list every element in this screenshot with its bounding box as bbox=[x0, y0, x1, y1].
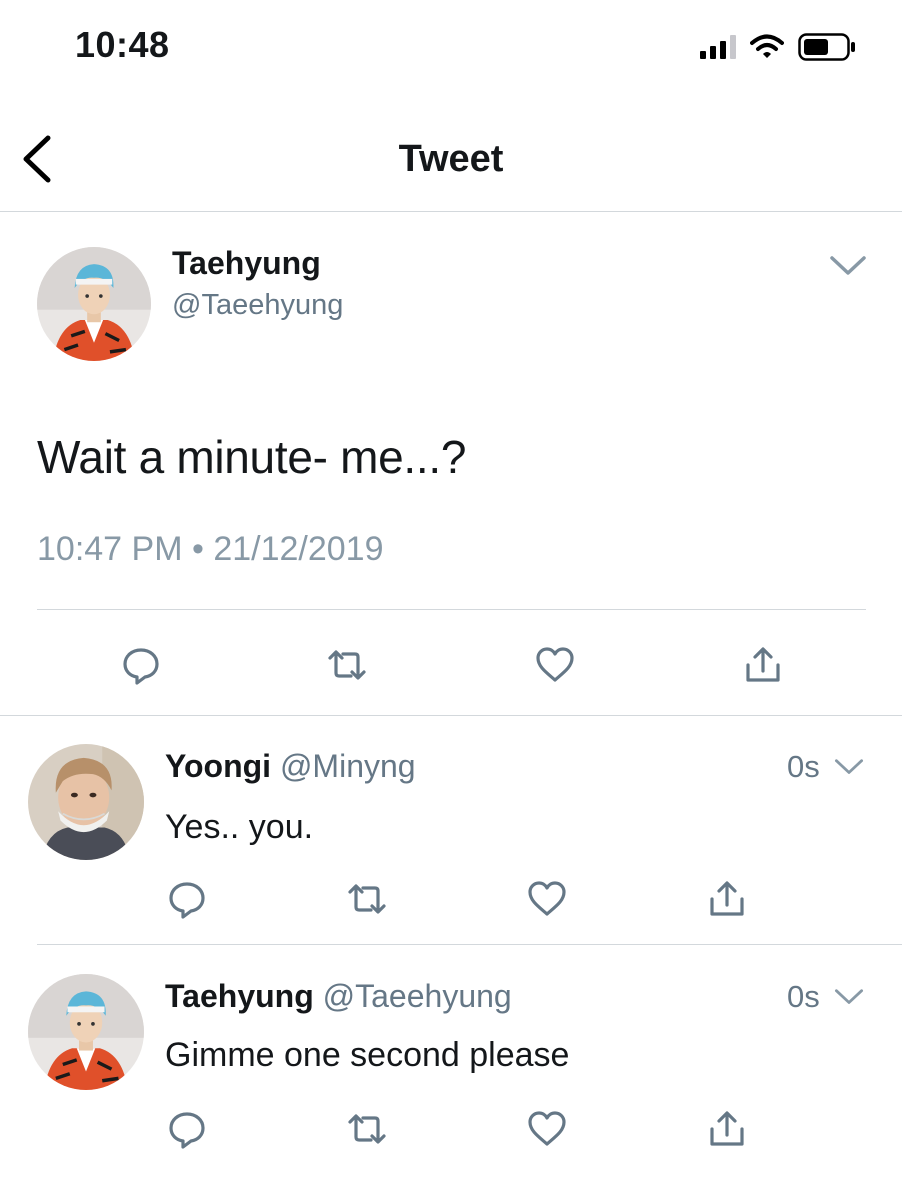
reply-icon[interactable] bbox=[118, 643, 164, 687]
reply-author[interactable]: Yoongi @Minyng bbox=[165, 748, 416, 785]
status-icons bbox=[700, 32, 856, 62]
reply-time: 0s bbox=[787, 749, 820, 784]
divider bbox=[0, 715, 902, 716]
retweet-icon[interactable] bbox=[344, 877, 390, 921]
reply-author-name: Yoongi bbox=[165, 748, 272, 784]
tweet-author-handle[interactable]: @Taeehyung bbox=[172, 289, 343, 322]
chevron-down-icon[interactable] bbox=[834, 987, 864, 1007]
nav-bar: Tweet bbox=[0, 100, 902, 212]
reply-icon[interactable] bbox=[164, 1107, 210, 1151]
share-icon[interactable] bbox=[704, 1107, 750, 1151]
retweet-icon[interactable] bbox=[344, 1107, 390, 1151]
share-icon[interactable] bbox=[704, 877, 750, 921]
battery-icon bbox=[798, 33, 855, 61]
avatar[interactable] bbox=[37, 247, 151, 361]
divider bbox=[37, 609, 866, 610]
reply-text: Yes.. you. bbox=[165, 808, 314, 846]
reply-author-handle: @Minyng bbox=[279, 748, 416, 784]
reply-text: Gimme one second please bbox=[165, 1036, 570, 1074]
reply-author-name: Taehyung bbox=[165, 978, 314, 1014]
wifi-icon bbox=[750, 34, 784, 58]
like-icon[interactable] bbox=[532, 643, 578, 687]
avatar[interactable] bbox=[28, 744, 144, 860]
page-title: Tweet bbox=[398, 138, 504, 180]
chevron-down-icon[interactable] bbox=[834, 757, 864, 777]
reply-author[interactable]: Taehyung @Taeehyung bbox=[165, 978, 512, 1015]
tweet-author-name[interactable]: Taehyung bbox=[172, 245, 321, 282]
status-time: 10:48 bbox=[75, 24, 170, 65]
reply-author-handle: @Taeehyung bbox=[322, 978, 512, 1014]
tweet-timestamp: 10:47 PM • 21/12/2019 bbox=[37, 530, 384, 568]
avatar[interactable] bbox=[28, 974, 144, 1090]
like-icon[interactable] bbox=[524, 877, 570, 921]
cellular-signal-icon bbox=[700, 35, 736, 59]
tweet-text: Wait a minute- me...? bbox=[37, 431, 467, 483]
reply-icon[interactable] bbox=[164, 877, 210, 921]
divider bbox=[37, 944, 902, 945]
chevron-down-icon[interactable] bbox=[829, 254, 867, 278]
share-icon[interactable] bbox=[740, 643, 786, 687]
retweet-icon[interactable] bbox=[324, 643, 370, 687]
reply-time: 0s bbox=[787, 979, 820, 1014]
like-icon[interactable] bbox=[524, 1107, 570, 1151]
